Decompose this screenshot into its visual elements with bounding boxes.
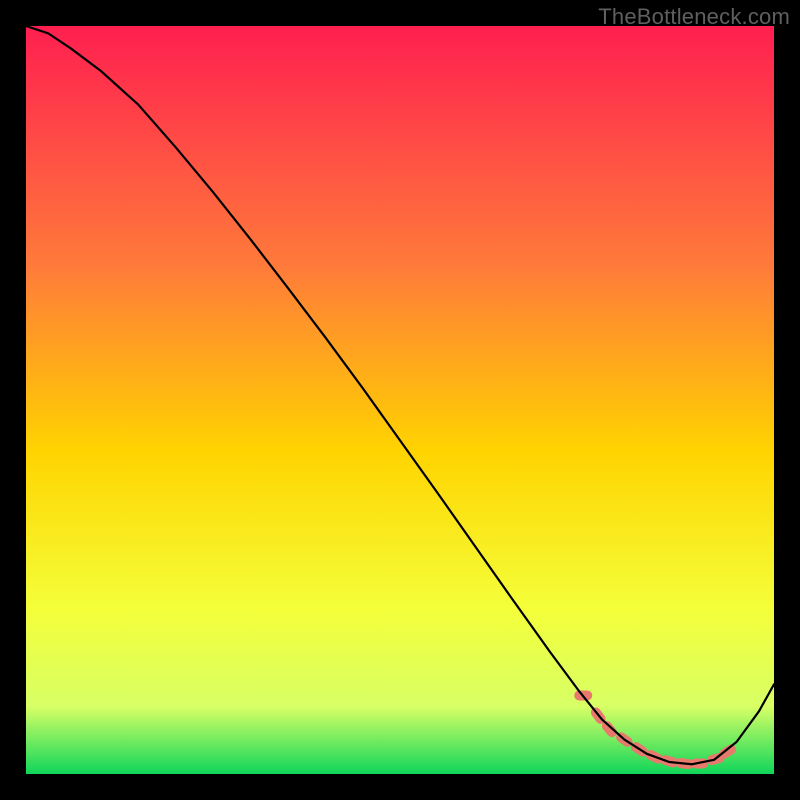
gradient-background [26, 26, 774, 774]
plot-area [26, 26, 774, 774]
watermark-text: TheBottleneck.com [598, 4, 790, 30]
chart-svg [26, 26, 774, 774]
chart-frame: TheBottleneck.com [0, 0, 800, 800]
